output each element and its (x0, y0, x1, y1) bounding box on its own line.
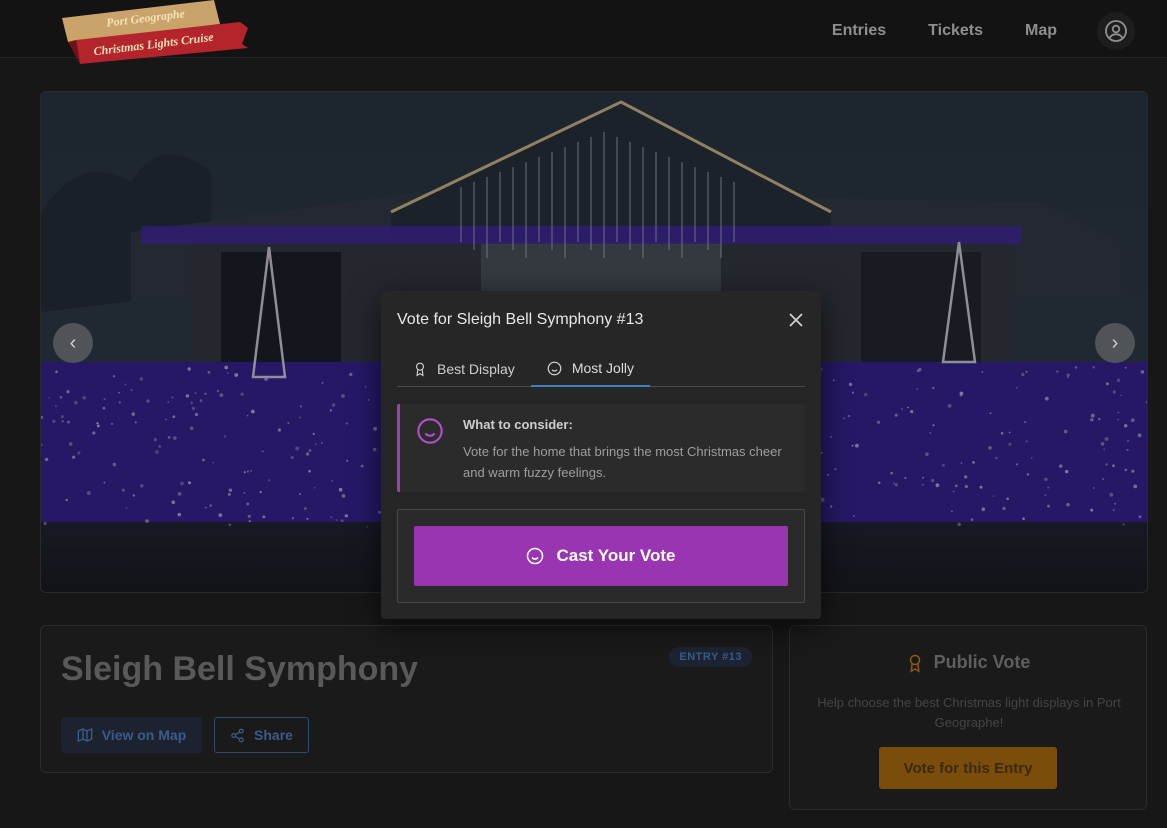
cast-vote-button[interactable]: Cast Your Vote (414, 526, 788, 586)
account-button[interactable] (1097, 12, 1135, 50)
cast-vote-label: Cast Your Vote (556, 546, 676, 565)
share-icon (231, 728, 244, 742)
map-icon (77, 727, 93, 743)
tab-most-jolly[interactable]: Most Jolly (530, 351, 651, 387)
entry-title: Sleigh Bell Symphony (61, 650, 419, 688)
nav-map[interactable]: Map (1025, 15, 1057, 47)
view-on-map-label: View on Map (101, 727, 187, 743)
chevron-left-icon: ‹ (69, 332, 77, 354)
smile-icon (547, 361, 562, 375)
public-vote-description: Help choose the best Christmas light dis… (817, 695, 1121, 730)
vote-modal: Vote for Sleigh Bell Symphony #13 Best D… (381, 291, 821, 619)
entry-number-badge: ENTRY #13 (669, 647, 752, 667)
vote-for-entry-button[interactable]: Vote for this Entry (879, 747, 1057, 789)
tab-most-jolly-label: Most Jolly (571, 360, 635, 376)
share-button[interactable]: Share (214, 717, 309, 753)
user-circle-icon (1105, 20, 1127, 42)
close-icon (789, 313, 803, 327)
chevron-right-icon: › (1111, 332, 1119, 354)
public-vote-title-text: Public Vote (933, 652, 1031, 672)
consider-heading: What to consider: (463, 417, 573, 432)
consider-callout: What to consider: Vote for the home that… (397, 404, 805, 492)
share-label: Share (254, 727, 293, 743)
modal-title: Vote for Sleigh Bell Symphony #13 (397, 311, 644, 328)
public-vote-title: Public Vote (790, 652, 1146, 673)
site-logo[interactable]: Port Geographe Christmas Lights Cruise (54, 0, 254, 66)
entry-details-card: Sleigh Bell Symphony ENTRY #13 View on M… (40, 625, 773, 773)
carousel-prev-button[interactable]: ‹ (53, 323, 93, 363)
nav-tickets[interactable]: Tickets (928, 15, 983, 47)
carousel-next-button[interactable]: › (1095, 323, 1135, 363)
nav-entries[interactable]: Entries (832, 15, 886, 47)
close-button[interactable] (787, 311, 805, 329)
main-nav: Entries Tickets Map (790, 12, 1135, 50)
tab-best-display[interactable]: Best Display (397, 351, 531, 387)
smile-icon (527, 547, 544, 565)
view-on-map-button[interactable]: View on Map (61, 717, 202, 753)
site-header: Port Geographe Christmas Lights Cruise E… (0, 0, 1167, 64)
consider-text: Vote for the home that brings the most C… (463, 444, 782, 480)
smile-icon (417, 418, 443, 444)
tab-best-display-label: Best Display (437, 361, 515, 377)
cast-vote-container: Cast Your Vote (397, 509, 805, 603)
award-icon (909, 654, 920, 673)
public-vote-card: Public Vote Help choose the best Christm… (789, 625, 1147, 810)
vote-category-tabs: Best Display Most Jolly (397, 351, 805, 387)
award-icon (415, 362, 425, 377)
